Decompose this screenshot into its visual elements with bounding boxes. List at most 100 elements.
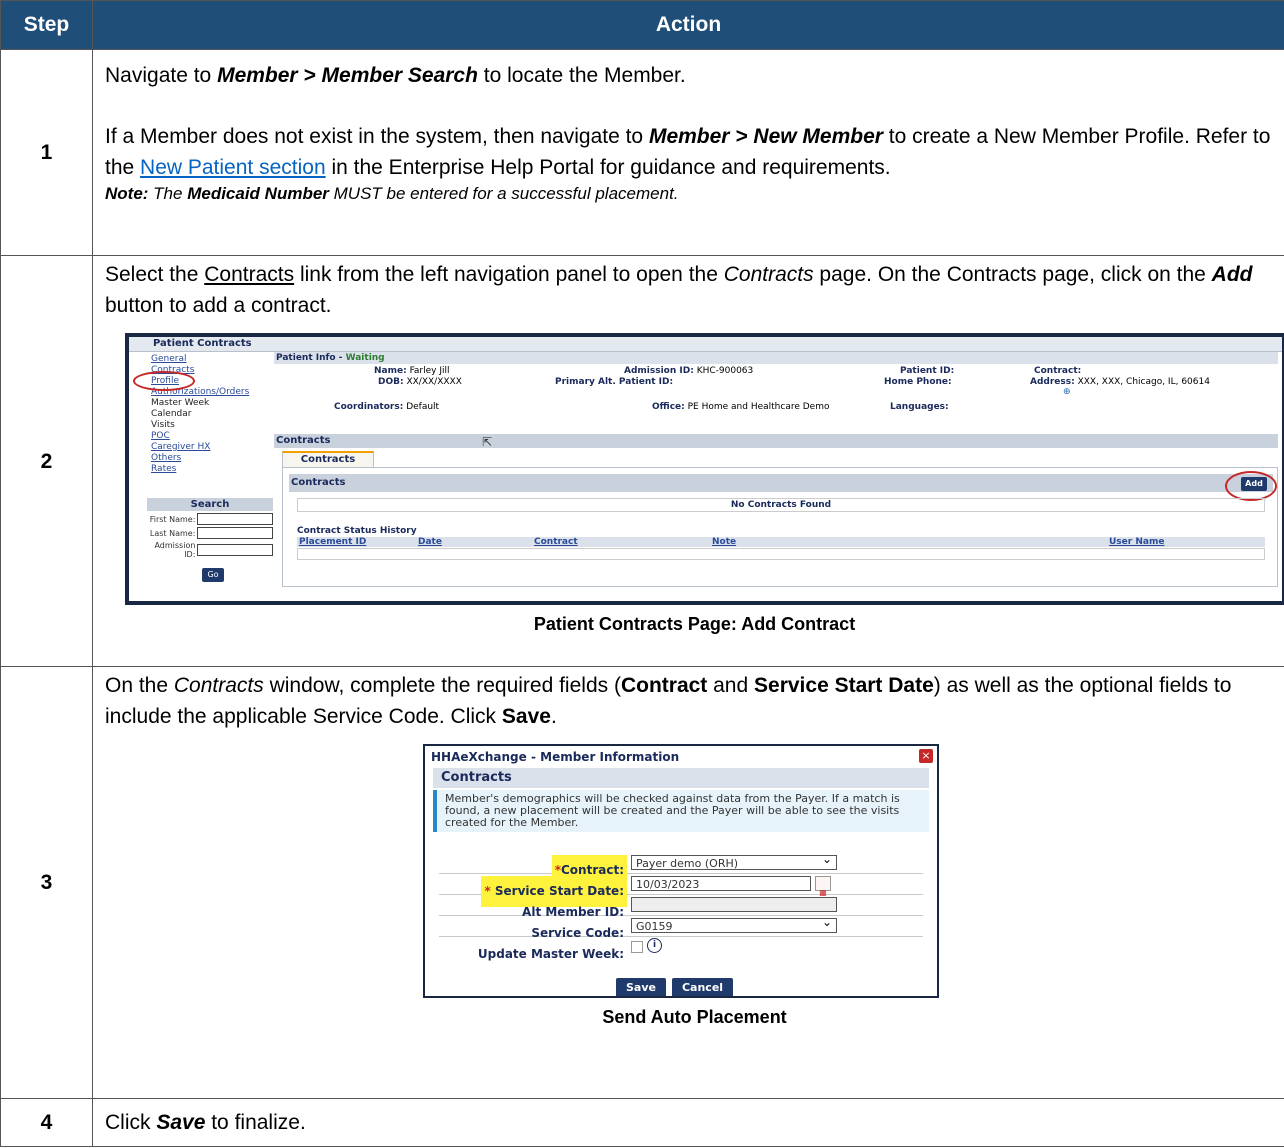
dob-field: DOB: XX/XX/XXXX [378, 377, 462, 388]
patient-info-header: Patient Info - Waiting [274, 352, 1278, 364]
step-text: On the Contracts window, complete the re… [105, 670, 1284, 732]
text: Navigate to [105, 64, 218, 87]
table-row: 4 Click Save to finalize. [0, 1098, 1284, 1147]
step-text: Select the Contracts link from the left … [105, 259, 1284, 321]
contracts-section-header: Contracts [274, 434, 1278, 448]
text: page. On the Contracts page, click on th… [813, 263, 1212, 286]
table-row: 1 Navigate to Member > Member Search to … [0, 49, 1284, 256]
contracts-bar: Contracts [289, 474, 1273, 492]
search-title: Search [147, 498, 273, 511]
figure-caption: Send Auto Placement [602, 1007, 787, 1027]
nav-calendar[interactable]: Calendar [151, 409, 269, 420]
nav-master-week[interactable]: Master Week [151, 398, 269, 409]
main-content: Patient Info - Waiting Name: Farley Jill… [274, 352, 1278, 601]
patient-contracts-screenshot: Patient Contracts General Contracts Prof… [125, 333, 1284, 605]
nav-poc[interactable]: POC [151, 431, 269, 442]
patient-info-grid: Name: Farley Jill DOB: XX/XX/XXXX Coordi… [274, 364, 1278, 422]
text: The [148, 184, 188, 203]
label: Patient ID: [900, 366, 955, 376]
coordinators-field: Coordinators: Default [334, 402, 439, 413]
calendar-icon[interactable]: ▦ [815, 876, 831, 897]
label: Languages: [890, 402, 949, 412]
close-icon[interactable]: × [919, 749, 933, 763]
step-text: Click Save to finalize. [105, 1107, 1284, 1138]
step-action: Click Save to finalize. [92, 1098, 1284, 1147]
service-start-date-row: * Service Start Date: 10/03/2023 ▦ [439, 874, 923, 907]
search-panel: Search First Name: Last Name: Admission … [147, 498, 273, 582]
table-header-row: Step Action [0, 0, 1284, 50]
alt-member-id-input[interactable] [631, 897, 837, 912]
contract-status-history-title: Contract Status History [297, 526, 417, 536]
step-column-header: Step [0, 0, 93, 50]
tab-contracts[interactable]: Contracts [282, 451, 374, 468]
text: button to add a contract. [105, 294, 332, 317]
col-date[interactable]: Date [418, 537, 442, 548]
update-master-week-checkbox[interactable] [631, 941, 643, 953]
info-message: Member's demographics will be checked ag… [433, 790, 929, 832]
step-number: 2 [0, 255, 93, 667]
status-badge: Waiting [345, 353, 385, 363]
value: XXX, XXX, Chicago, IL, 60614 [1077, 377, 1210, 387]
cancel-button[interactable]: Cancel [671, 978, 734, 996]
alt-member-id-row: Alt Member ID: [439, 895, 923, 919]
label: Coordinators: [334, 402, 404, 412]
label: Primary Alt. Patient ID: [555, 377, 674, 387]
col-note[interactable]: Note [712, 537, 736, 548]
contracts-panel: Contracts Add No Contracts Found Contrac… [282, 467, 1278, 587]
languages-field: Languages: [890, 402, 949, 413]
contract-form: *Contract: Payer demo (ORH) * Service St… [439, 852, 923, 961]
figure-caption: Patient Contracts Page: Add Contract [533, 614, 856, 634]
action-column-header: Action [92, 0, 1284, 50]
text: Click [105, 1111, 157, 1134]
nav-others[interactable]: Others [151, 453, 269, 464]
note: Note: The Medicaid Number MUST be entere… [105, 183, 1284, 205]
service-code-row: Service Code: G0159 [439, 915, 923, 940]
nav-rates[interactable]: Rates [151, 464, 269, 475]
step-number: 3 [0, 666, 93, 1099]
contract-row: *Contract: Payer demo (ORH) [439, 852, 923, 886]
step-action: Select the Contracts link from the left … [92, 255, 1284, 667]
value: XX/XX/XXXX [406, 377, 462, 387]
go-button[interactable]: Go [202, 568, 224, 582]
first-name-row: First Name: [147, 513, 273, 525]
step-number: 1 [0, 49, 93, 256]
last-name-input[interactable] [197, 527, 273, 539]
service-code-select[interactable]: G0159 [631, 915, 837, 933]
label: Name: [374, 366, 407, 376]
admission-id-input[interactable] [197, 544, 273, 556]
text: Contracts [173, 674, 264, 697]
map-icon[interactable]: ⊕ [1063, 387, 1071, 398]
col-placement-id[interactable]: Placement ID [299, 537, 366, 548]
contracts-link-text: Contracts [204, 263, 295, 286]
mouse-cursor-icon: ⇱ [482, 435, 493, 449]
new-patient-section-link[interactable]: New Patient section [140, 156, 326, 179]
nav-visits[interactable]: Visits [151, 420, 269, 431]
alt-patient-id-field: Primary Alt. Patient ID: [555, 377, 673, 388]
service-start-date-input[interactable]: 10/03/2023 [631, 876, 811, 891]
col-contract[interactable]: Contract [534, 537, 578, 548]
col-user-name[interactable]: User Name [1109, 537, 1164, 548]
save-button[interactable]: Save [616, 978, 666, 996]
home-phone-field: Home Phone: [884, 377, 952, 388]
value: KHC-900063 [696, 366, 754, 376]
value: PE Home and Healthcare Demo [687, 402, 830, 412]
first-name-label: First Name: [149, 514, 196, 524]
text: Save [501, 705, 551, 728]
step-number: 4 [0, 1098, 93, 1147]
contracts-header: Contracts [433, 768, 929, 788]
highlight-circle [133, 371, 195, 391]
table-row: 2 Select the Contracts link from the lef… [0, 255, 1284, 667]
info-icon[interactable]: i [647, 938, 662, 953]
first-name-input[interactable] [197, 513, 273, 525]
menu-path: Member > Member Search [217, 64, 478, 87]
name-field: Name: Farley Jill [374, 366, 450, 377]
nav-caregiver-hx[interactable]: Caregiver HX [151, 442, 269, 453]
no-contracts-message: No Contracts Found [297, 498, 1265, 512]
nav-general[interactable]: General [151, 354, 269, 365]
patient-id-field: Patient ID: [900, 366, 954, 377]
step-action: Navigate to Member > Member Search to lo… [92, 49, 1284, 256]
history-empty-row [297, 548, 1265, 560]
address-field: Address: XXX, XXX, Chicago, IL, 60614 [1030, 377, 1210, 388]
text: Add [1211, 263, 1253, 286]
contract-select[interactable]: Payer demo (ORH) [631, 852, 837, 870]
